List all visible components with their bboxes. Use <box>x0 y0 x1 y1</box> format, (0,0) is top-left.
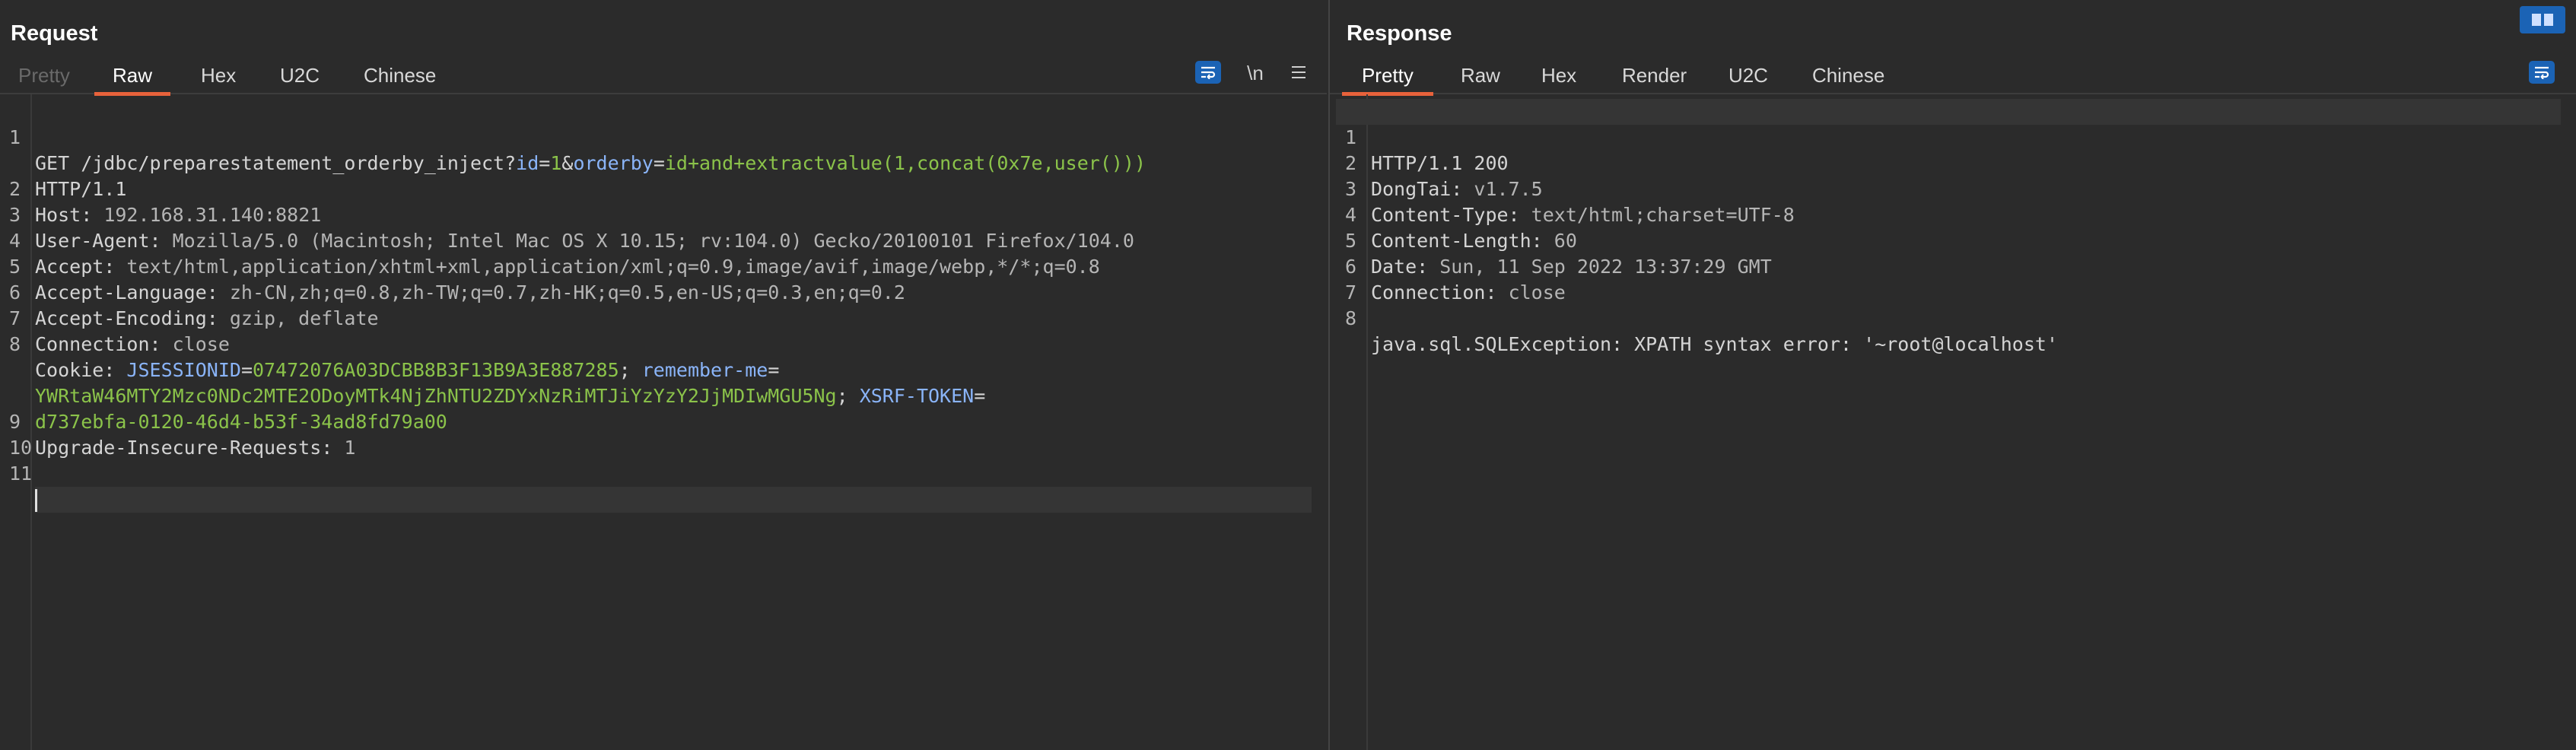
response-editor[interactable]: 1 HTTP/1.1 200 2 DongTai: v1.7.5 3 Conte… <box>1335 99 2561 355</box>
response-line: 5 Date: Sun, 11 Sep 2022 13:37:29 GMT <box>1344 230 1772 278</box>
response-tabbar: Pretty Raw Hex Render U2C Chinese <box>1329 59 2576 96</box>
response-tab-pretty[interactable]: Pretty <box>1341 59 1433 96</box>
request-line: 8 Cookie: JSESSIONID=07472076A03DCBB8B3F… <box>9 333 780 381</box>
request-line: 5 Accept-Language: zh-CN,zh;q=0.8,zh-TW;… <box>9 256 905 303</box>
response-tab-hex[interactable]: Hex <box>1525 59 1593 94</box>
text-cursor <box>35 489 37 512</box>
request-tab-hex[interactable]: Hex <box>184 59 253 94</box>
newline-toggle-button[interactable]: \n <box>1242 59 1269 87</box>
request-line: 2 Host: 192.168.31.140:8821 <box>9 178 322 226</box>
hamburger-menu-icon <box>1292 66 1305 78</box>
response-line: 3 Content-Type: text/html;charset=UTF-8 <box>1344 178 1795 226</box>
request-wrap-button[interactable] <box>1195 61 1221 88</box>
response-line: 6 Connection: close <box>1344 256 1566 303</box>
request-tabbar: Pretty Raw Hex U2C Chinese <box>0 59 1327 96</box>
request-pane: Request Pretty Raw Hex U2C Chinese \n 1 … <box>0 0 1327 750</box>
request-line: 1 GET /jdbc/preparestatement_orderby_inj… <box>9 126 1146 174</box>
response-line: 2 DongTai: v1.7.5 <box>1344 152 1543 200</box>
response-pane: Response Pretty Raw Hex Render U2C Chine… <box>1329 0 2576 750</box>
request-line: 10 <box>9 437 33 459</box>
request-line: 9 Upgrade-Insecure-Requests: 1 <box>9 411 356 459</box>
request-line: 6 Accept-Encoding: gzip, deflate <box>9 281 379 329</box>
request-editor[interactable]: 1 GET /jdbc/preparestatement_orderby_inj… <box>0 99 1312 513</box>
request-tab-u2c[interactable]: U2C <box>263 59 336 94</box>
response-title: Response <box>1346 21 1452 46</box>
http-message-editor: Request Pretty Raw Hex U2C Chinese \n 1 … <box>0 0 2576 750</box>
request-line: 7 Connection: close <box>9 307 230 355</box>
split-layout-icon <box>2532 14 2553 26</box>
request-line: 3 User-Agent: Mozilla/5.0 (Macintosh; In… <box>9 204 1134 252</box>
request-title: Request <box>11 21 98 46</box>
response-tab-render[interactable]: Render <box>1605 59 1703 94</box>
response-tab-raw[interactable]: Raw <box>1444 59 1517 94</box>
wrap-lines-icon <box>2528 61 2555 84</box>
response-wrap-button[interactable] <box>2528 61 2555 88</box>
layout-toggle-button[interactable] <box>2520 6 2565 33</box>
request-line-current: 11 <box>0 435 1312 513</box>
request-line: YWRtaW46MTY2Mzc0NDc2MTE2ODoyMTk4NjZhNTU2… <box>35 385 986 407</box>
response-line: 8 java.sql.SQLException: XPATH syntax er… <box>1344 307 2059 355</box>
request-line: 4 Accept: text/html,application/xhtml+xm… <box>9 230 1100 278</box>
response-tab-chinese[interactable]: Chinese <box>1795 59 1901 94</box>
request-line: d737ebfa-0120-46d4-b53f-34ad8fd79a00 <box>35 411 447 433</box>
request-line: HTTP/1.1 <box>35 178 127 200</box>
response-tab-u2c[interactable]: U2C <box>1712 59 1785 94</box>
request-tab-raw[interactable]: Raw <box>94 59 171 96</box>
response-line: 4 Content-Length: 60 <box>1344 204 1577 252</box>
request-menu-button[interactable] <box>1287 59 1310 87</box>
response-line: 7 <box>1344 281 1356 303</box>
request-tab-pretty[interactable]: Pretty <box>2 59 87 94</box>
response-line: 1 HTTP/1.1 200 <box>1335 99 2561 174</box>
wrap-lines-icon <box>1195 61 1221 84</box>
request-tab-chinese[interactable]: Chinese <box>347 59 453 94</box>
